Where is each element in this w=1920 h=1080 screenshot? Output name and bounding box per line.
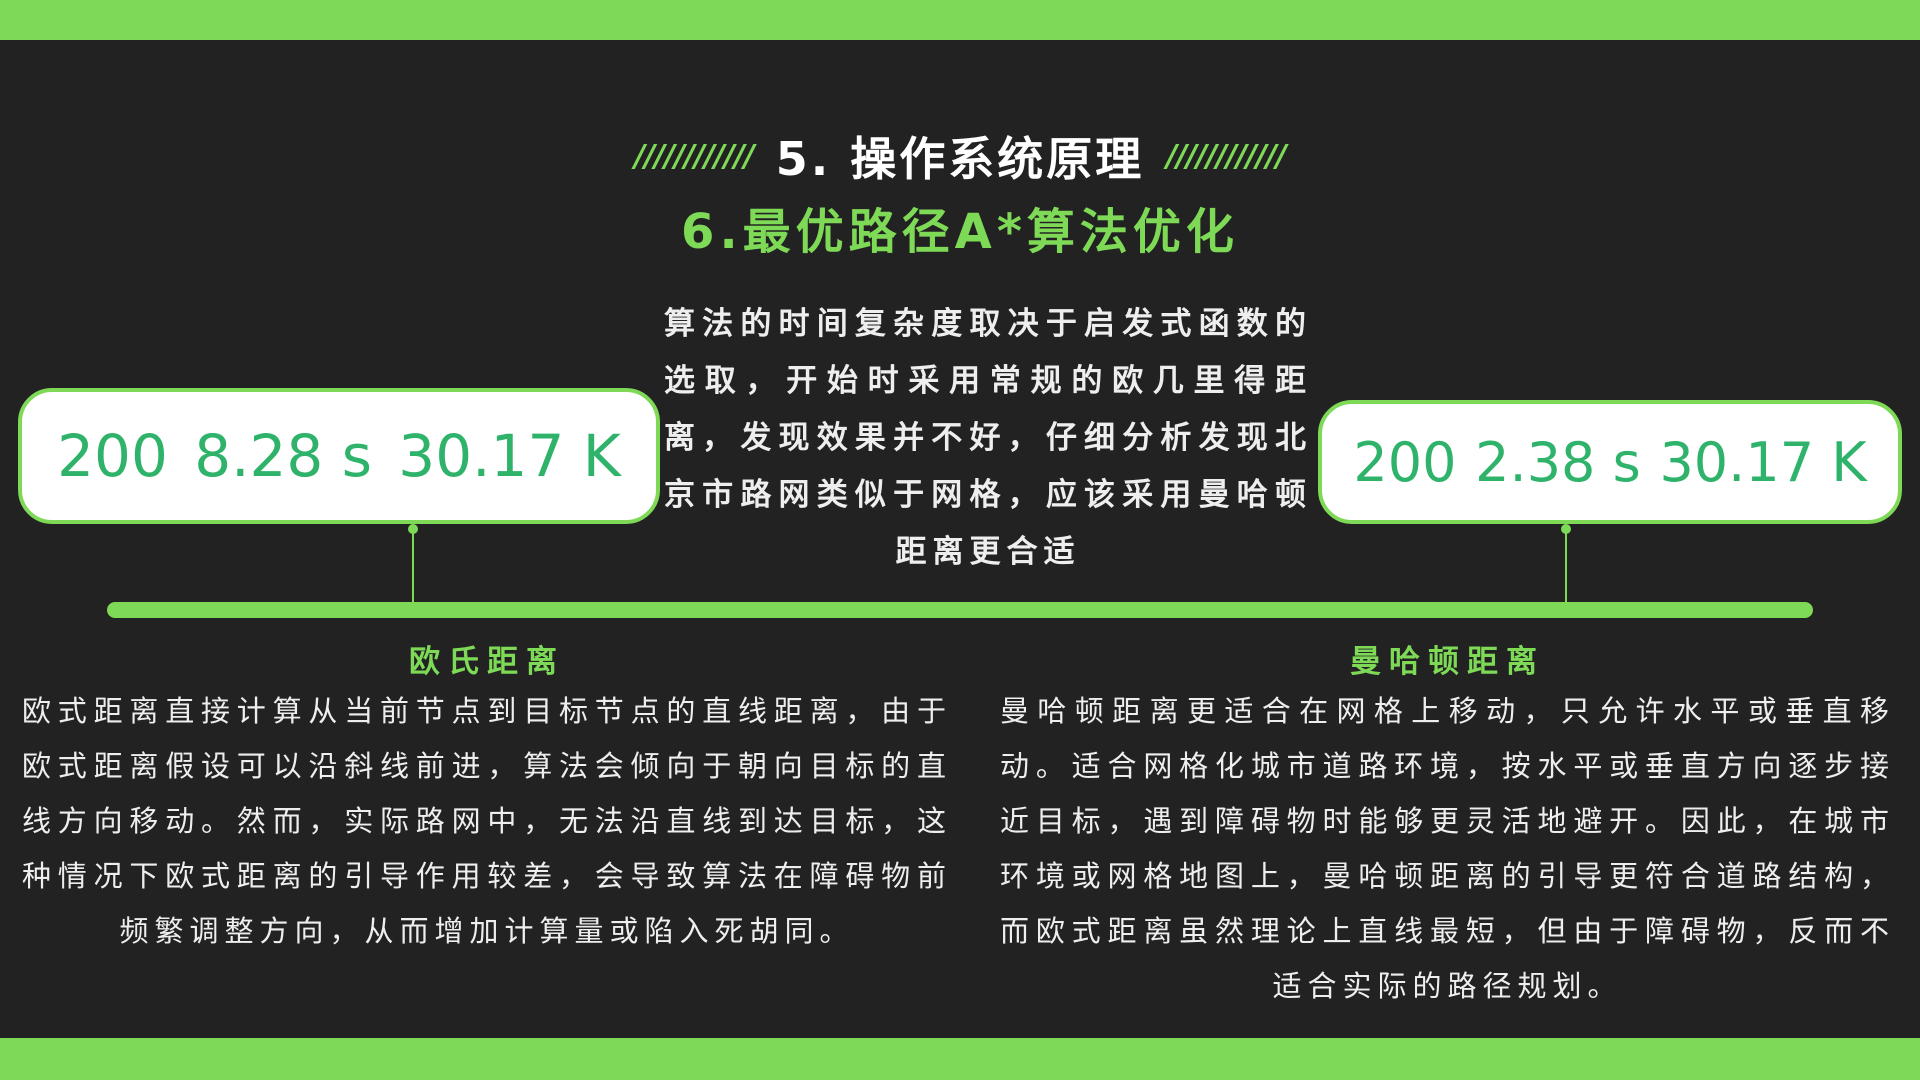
manhattan-explanation: 曼哈顿距离更适合在网格上移动，只允许水平或垂直移动。适合网格化城市道路环境，按水…	[1000, 694, 1895, 1003]
timeline-bar	[107, 602, 1813, 618]
euclidean-memory: 30.17 K	[398, 422, 621, 490]
euclidean-stats-box: 200 8.28 s 30.17 K	[18, 388, 660, 524]
euclidean-heading: 欧氏距离	[409, 644, 565, 680]
manhattan-time: 2.38 s	[1475, 430, 1641, 494]
manhattan-count: 200	[1353, 430, 1457, 494]
bottom-accent-band	[0, 1038, 1920, 1080]
manhattan-memory: 30.17 K	[1659, 430, 1867, 494]
page-subtitle: 6.最优路径A*算法优化	[681, 204, 1239, 260]
manhattan-connector-line	[1565, 530, 1567, 604]
euclidean-time: 8.28 s	[194, 422, 372, 490]
manhattan-stats-box: 200 2.38 s 30.17 K	[1318, 400, 1902, 524]
top-accent-band	[0, 0, 1920, 40]
header: //////////// 5. 操作系统原理 ////////////	[0, 126, 1920, 186]
decorative-hatch-left: ////////////	[634, 138, 754, 174]
page-title: 5. 操作系统原理	[775, 132, 1145, 186]
euclidean-explanation: 欧式距离直接计算从当前节点到目标节点的直线距离，由于欧式距离假设可以沿斜线前进，…	[22, 694, 952, 948]
algorithm-description: 算法的时间复杂度取决于启发式函数的选取，开始时采用常规的欧几里得距离，发现效果并…	[664, 306, 1312, 570]
euclidean-connector-line	[412, 530, 414, 604]
decorative-hatch-right: ////////////	[1166, 138, 1286, 174]
manhattan-heading: 曼哈顿距离	[1350, 644, 1545, 680]
euclidean-count: 200	[57, 422, 168, 490]
